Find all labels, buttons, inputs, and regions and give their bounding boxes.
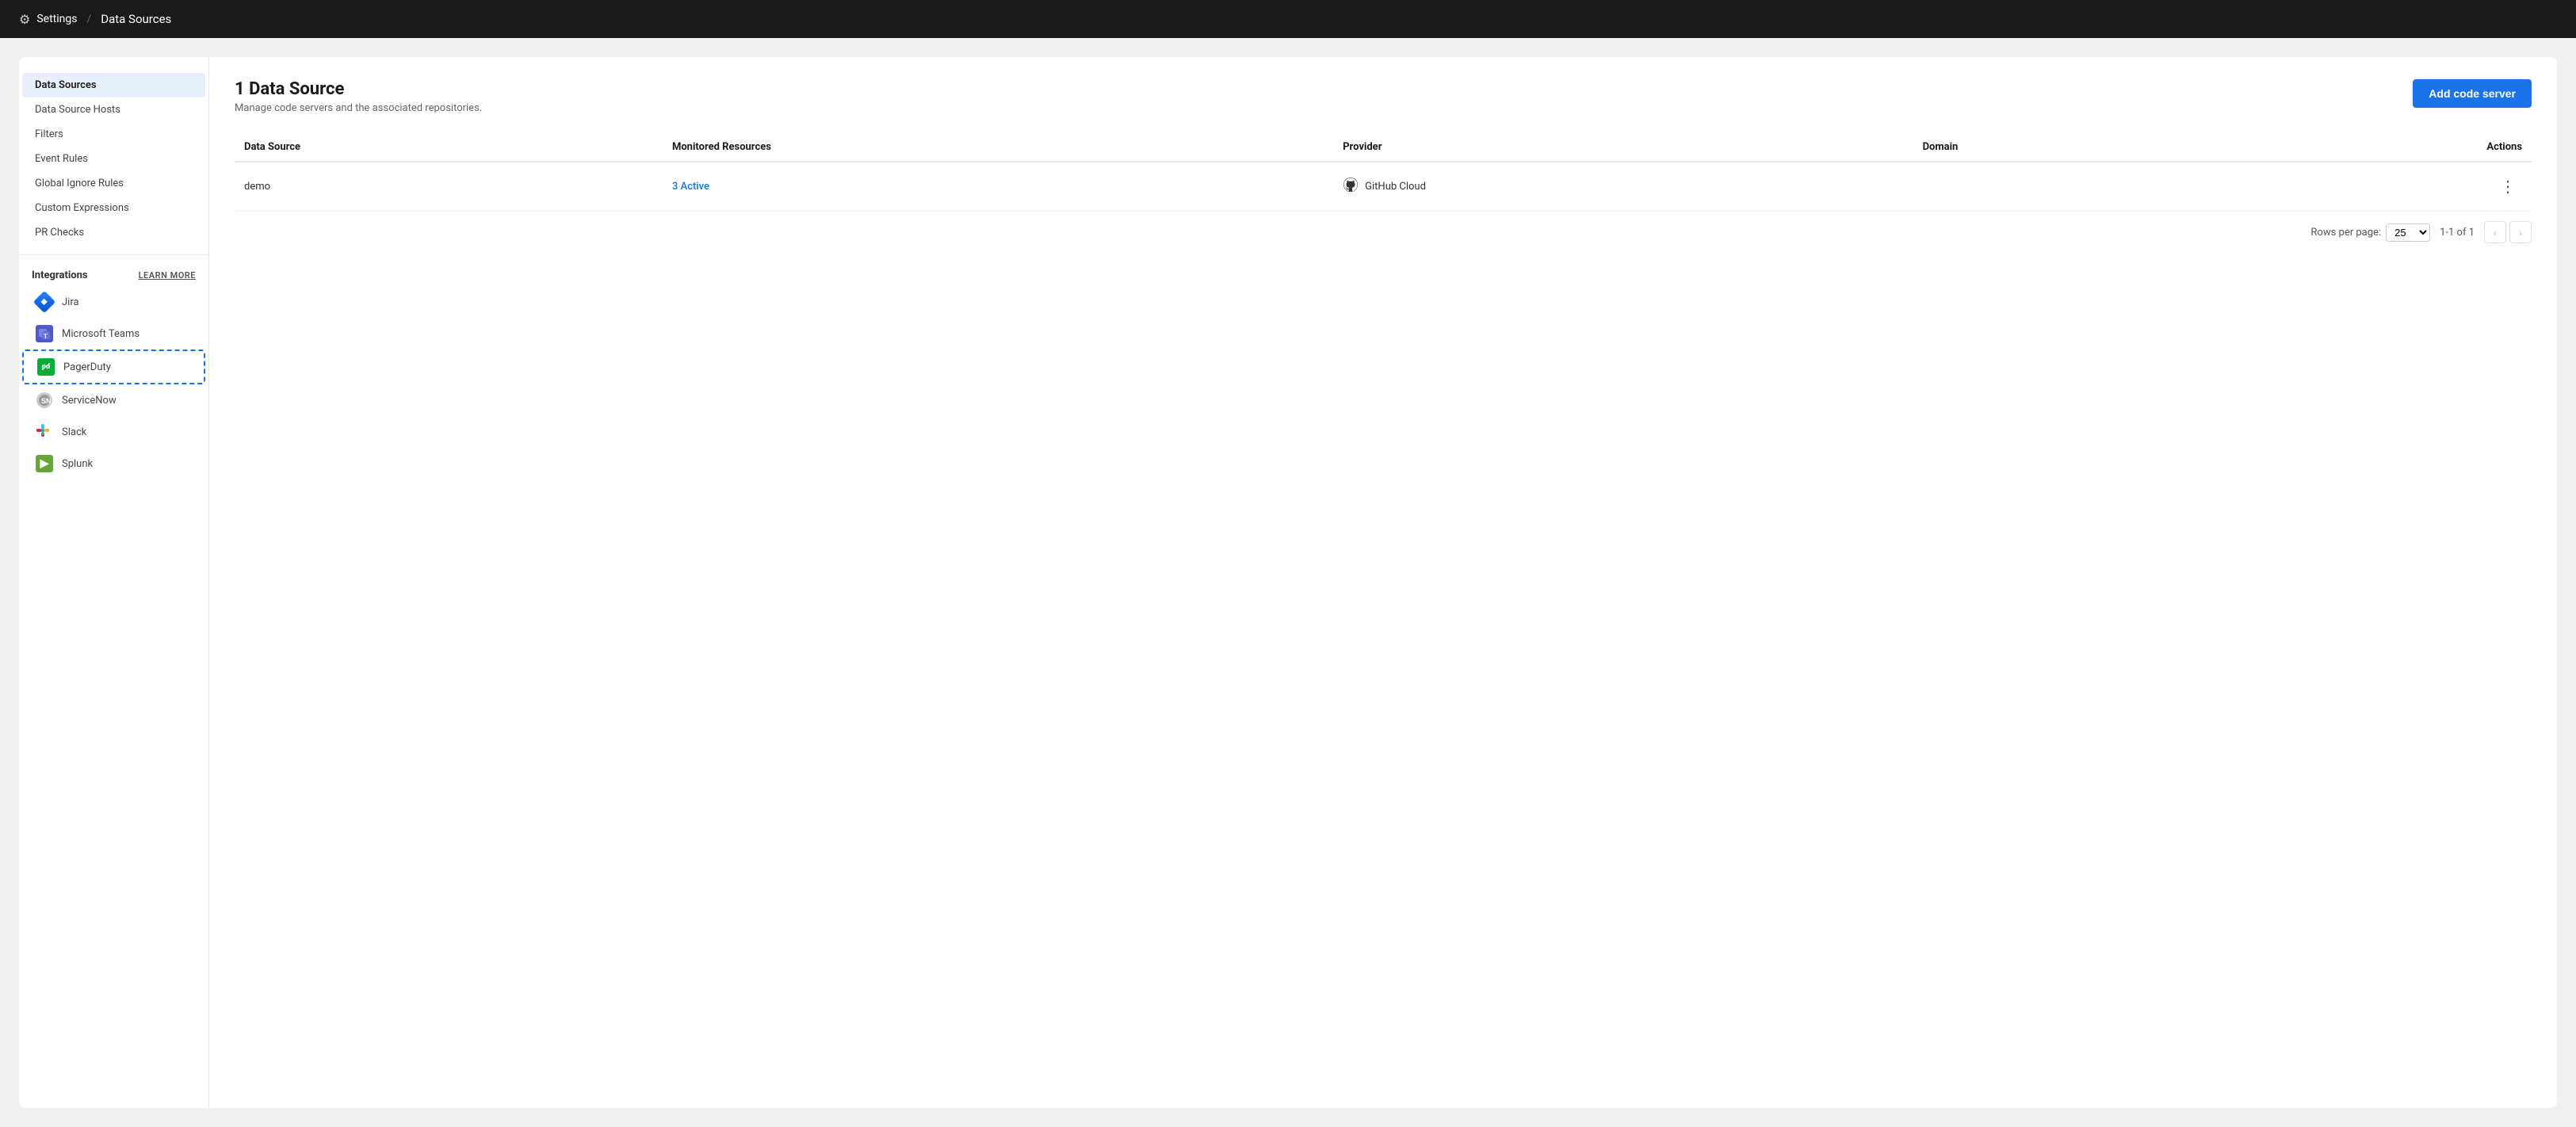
rows-per-page-label: Rows per page:: [2310, 227, 2381, 239]
sidebar-item-splunk[interactable]: ▶ Splunk: [22, 448, 205, 479]
integration-label: Splunk: [62, 458, 93, 470]
provider-name: GitHub Cloud: [1365, 181, 1426, 193]
next-page-button[interactable]: ›: [2509, 221, 2532, 243]
sidebar-item-custom-expressions[interactable]: Custom Expressions: [22, 196, 205, 220]
panel-header: 1 Data Source Manage code servers and th…: [235, 79, 2532, 114]
main-wrapper: Data Sources Data Source Hosts Filters E…: [0, 38, 2576, 1127]
cell-monitored-resources: 3 Active: [663, 162, 1333, 212]
sidebar-item-event-rules[interactable]: Event Rules: [22, 147, 205, 171]
monitored-resources-link[interactable]: 3 Active: [672, 181, 709, 193]
col-header-domain: Domain: [1913, 133, 2222, 162]
data-source-name: demo: [244, 181, 270, 193]
main-panel: 1 Data Source Manage code servers and th…: [209, 57, 2557, 1108]
sidebar-item-label: PR Checks: [35, 227, 84, 239]
page-info: 1-1 of 1: [2440, 227, 2475, 239]
servicenow-icon: SN: [35, 391, 54, 410]
prev-page-button[interactable]: ‹: [2484, 221, 2506, 243]
add-code-server-button[interactable]: Add code server: [2413, 79, 2532, 108]
data-sources-table: Data Source Monitored Resources Provider…: [235, 133, 2532, 212]
settings-label: Settings: [36, 13, 77, 25]
svg-text:SN: SN: [41, 397, 52, 405]
sidebar-divider: [19, 254, 208, 255]
sidebar-item-label: Data Sources: [35, 79, 97, 91]
integration-label: ServiceNow: [62, 395, 117, 407]
cell-actions: ⋮: [2222, 162, 2532, 212]
sidebar-item-label: Data Source Hosts: [35, 104, 120, 116]
actions-menu-button[interactable]: ⋮: [2494, 174, 2522, 200]
col-header-monitored-resources: Monitored Resources: [663, 133, 1333, 162]
jira-icon: ◆: [35, 292, 54, 311]
page-nav: ‹ ›: [2484, 221, 2532, 243]
col-header-data-source: Data Source: [235, 133, 663, 162]
cell-domain: [1913, 162, 2222, 212]
integrations-header: Integrations LEARN MORE: [19, 265, 208, 286]
cell-data-source: demo: [235, 162, 663, 212]
learn-more-link[interactable]: LEARN MORE: [139, 270, 196, 281]
sidebar-item-slack[interactable]: Slack: [22, 416, 205, 448]
topbar: ⚙ Settings / Data Sources: [0, 0, 2576, 38]
cell-provider: GitHub Cloud: [1333, 162, 1913, 212]
sidebar-item-servicenow[interactable]: SN ServiceNow: [22, 384, 205, 416]
sidebar-item-jira[interactable]: ◆ Jira: [22, 286, 205, 318]
sidebar-item-data-source-hosts[interactable]: Data Source Hosts: [22, 97, 205, 122]
sidebar-item-label: Event Rules: [35, 153, 88, 165]
slack-icon: [35, 422, 54, 441]
sidebar-item-filters[interactable]: Filters: [22, 122, 205, 147]
panel-subtitle: Manage code servers and the associated r…: [235, 102, 482, 114]
table-body: demo 3 Active: [235, 162, 2532, 212]
gear-icon: ⚙: [19, 12, 30, 27]
rows-per-page-select[interactable]: 25 50 100: [2386, 223, 2430, 242]
github-icon: [1343, 177, 1359, 197]
panel-title-block: 1 Data Source Manage code servers and th…: [235, 79, 482, 114]
table-header-row: Data Source Monitored Resources Provider…: [235, 133, 2532, 162]
col-header-actions: Actions: [2222, 133, 2532, 162]
sidebar-item-pagerduty[interactable]: pd PagerDuty: [22, 350, 205, 384]
svg-text:T: T: [44, 333, 48, 340]
sidebar-item-data-sources[interactable]: Data Sources: [22, 73, 205, 97]
rows-per-page: Rows per page: 25 50 100: [2310, 223, 2430, 242]
table-row: demo 3 Active: [235, 162, 2532, 212]
sidebar-item-label: Custom Expressions: [35, 202, 129, 214]
pagination-row: Rows per page: 25 50 100 1-1 of 1 ‹ ›: [235, 212, 2532, 253]
integration-label: Microsoft Teams: [62, 328, 140, 340]
integrations-label: Integrations: [32, 269, 88, 281]
sidebar: Data Sources Data Source Hosts Filters E…: [19, 57, 209, 1108]
provider-cell: GitHub Cloud: [1343, 177, 1903, 197]
breadcrumb-page: Data Sources: [101, 12, 171, 26]
pagerduty-icon: pd: [36, 357, 55, 376]
sidebar-item-label: Filters: [35, 128, 63, 140]
sidebar-item-label: Global Ignore Rules: [35, 178, 124, 189]
table-header: Data Source Monitored Resources Provider…: [235, 133, 2532, 162]
content-card: Data Sources Data Source Hosts Filters E…: [19, 57, 2557, 1108]
integration-label: Jira: [62, 296, 79, 308]
integration-label: PagerDuty: [63, 361, 111, 373]
sidebar-item-microsoft-teams[interactable]: T Microsoft Teams: [22, 318, 205, 350]
breadcrumb-separator: /: [86, 13, 91, 25]
col-header-provider: Provider: [1333, 133, 1913, 162]
sidebar-item-global-ignore-rules[interactable]: Global Ignore Rules: [22, 171, 205, 196]
sidebar-item-pr-checks[interactable]: PR Checks: [22, 220, 205, 245]
splunk-icon: ▶: [35, 454, 54, 473]
panel-title: 1 Data Source: [235, 79, 482, 99]
teams-icon: T: [35, 324, 54, 343]
integration-label: Slack: [62, 426, 86, 438]
